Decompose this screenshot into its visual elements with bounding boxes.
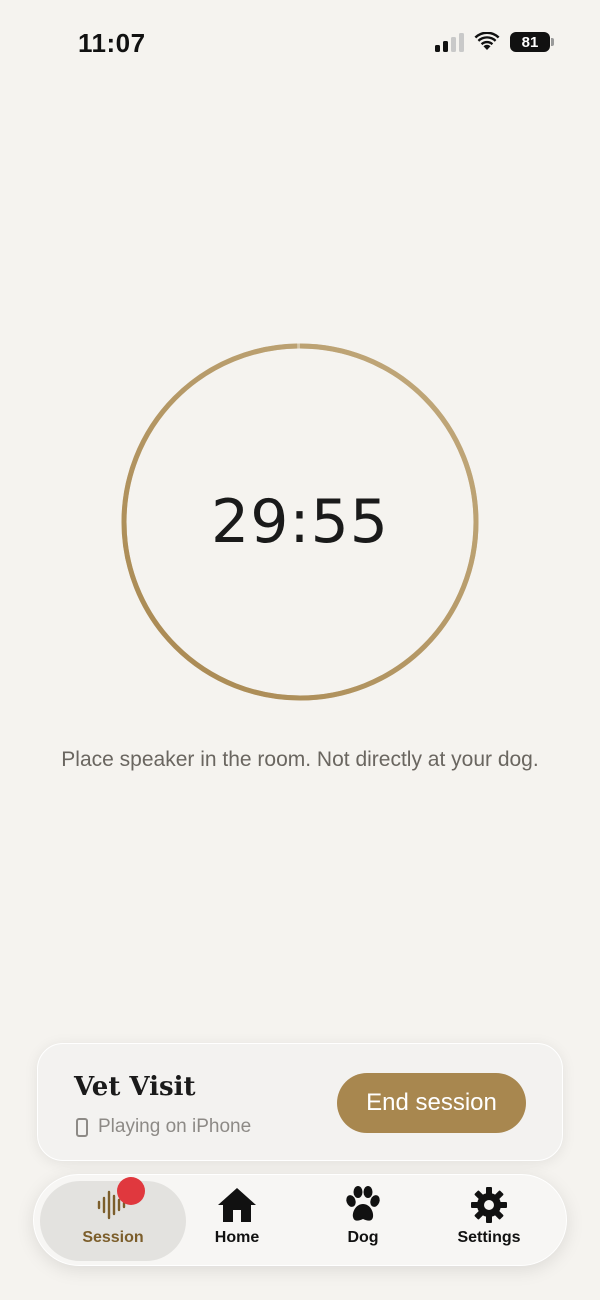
session-title: Vet Visit xyxy=(74,1072,196,1102)
tab-dog[interactable]: Dog xyxy=(290,1181,436,1261)
battery-icon: 81 xyxy=(510,32,554,52)
now-playing-card[interactable]: Vet Visit Playing on iPhone End session xyxy=(37,1043,563,1161)
tab-bar: Session Home Dog Settings xyxy=(33,1174,567,1266)
playback-device: Playing on iPhone xyxy=(76,1116,251,1138)
paw-icon xyxy=(341,1185,385,1225)
battery-level: 81 xyxy=(521,33,539,51)
timer-remaining: 29:55 xyxy=(211,487,389,557)
home-icon xyxy=(215,1185,259,1225)
recording-indicator xyxy=(117,1177,145,1205)
tab-session-label: Session xyxy=(82,1229,144,1246)
tab-settings-label: Settings xyxy=(457,1229,521,1246)
session-timer: 29:55 xyxy=(120,342,480,702)
gear-icon xyxy=(467,1185,511,1225)
phone-icon xyxy=(76,1117,88,1137)
waveform-icon xyxy=(91,1177,145,1225)
cellular-signal-icon xyxy=(435,32,464,52)
placement-instruction: Place speaker in the room. Not directly … xyxy=(61,748,539,771)
tab-home[interactable]: Home xyxy=(164,1181,310,1261)
status-time: 11:07 xyxy=(78,28,146,58)
wifi-icon xyxy=(474,32,500,50)
playback-device-label: Playing on iPhone xyxy=(98,1116,252,1137)
session-screen: 11:07 81 29:55 Place speaker in the room… xyxy=(0,0,600,1300)
end-session-button[interactable]: End session xyxy=(337,1073,526,1133)
status-icons: 81 xyxy=(435,32,554,52)
status-bar: 11:07 81 xyxy=(0,0,600,90)
tab-home-label: Home xyxy=(214,1229,260,1246)
tab-dog-label: Dog xyxy=(347,1229,379,1246)
tab-settings[interactable]: Settings xyxy=(416,1181,562,1261)
